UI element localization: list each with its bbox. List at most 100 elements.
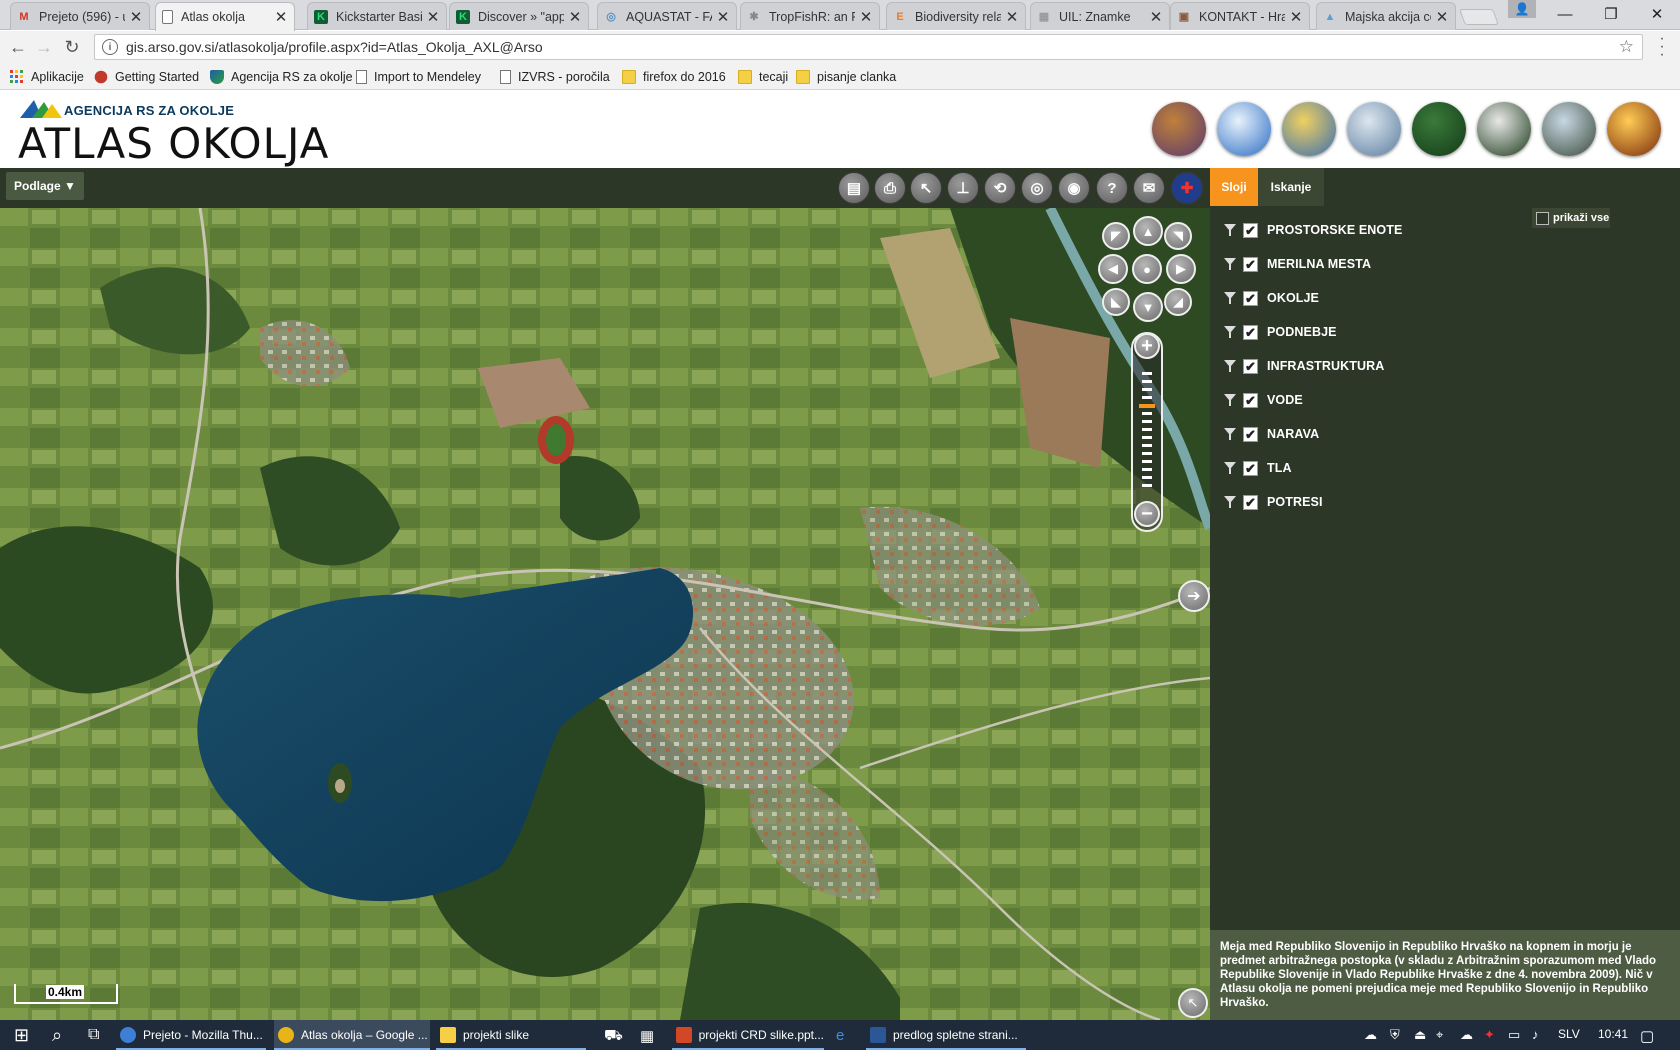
bookmark-3[interactable]: Agencija RS za okolje [210, 67, 353, 87]
help-tool-icon[interactable]: ? [1096, 172, 1128, 204]
layer-checkbox[interactable]: ✔ [1243, 392, 1258, 408]
layer-checkbox[interactable]: ✔ [1243, 460, 1258, 476]
pan-southwest-icon[interactable]: ◣ [1102, 288, 1130, 316]
zoom-level-tick[interactable] [1142, 388, 1152, 391]
address-bar[interactable]: i gis.arso.gov.si/atlasokolja/profile.as… [94, 34, 1643, 60]
filter-icon[interactable] [1224, 359, 1236, 373]
theme-frost-tree-button[interactable] [1347, 102, 1401, 156]
tab-10[interactable]: ▲ Majska akcija ce ✕ [1316, 2, 1456, 30]
layer-checkbox[interactable]: ✔ [1243, 290, 1258, 306]
layer-label[interactable]: MERILNA MESTA [1267, 257, 1371, 271]
forward-button[interactable]: → [32, 35, 56, 59]
theme-fire-button[interactable] [1607, 102, 1661, 156]
camera-tool-icon[interactable]: ◉ [1058, 172, 1090, 204]
zoom-slider[interactable]: + − [1131, 332, 1163, 532]
layer-checkbox[interactable]: ✔ [1243, 222, 1258, 238]
bookmark-1[interactable]: Aplikacije [10, 67, 84, 87]
theme-field-button[interactable] [1282, 102, 1336, 156]
expand-panel-icon[interactable]: ➔ [1178, 580, 1210, 612]
info-icon[interactable]: i [102, 39, 118, 55]
taskbar-app[interactable]: projekti slike [436, 1020, 586, 1050]
taskbar-app[interactable]: projekti CRD slike.ppt... [672, 1020, 824, 1050]
taskbar-app[interactable]: Atlas okolja – Google ... [274, 1020, 430, 1050]
tab-9[interactable]: ▣ KONTAKT - Hra ✕ [1170, 2, 1310, 30]
filter-icon[interactable] [1224, 495, 1236, 509]
pan-north-icon[interactable]: ▲ [1133, 216, 1163, 246]
layer-item[interactable]: ✔ TLA [1224, 458, 1292, 478]
pan-east-icon[interactable]: ▶ [1166, 254, 1196, 284]
back-button[interactable]: ← [6, 35, 30, 59]
layer-item[interactable]: ✔ NARAVA [1224, 424, 1319, 444]
tab-close-icon[interactable]: ✕ [859, 8, 873, 26]
volume-icon[interactable]: ♪ [1532, 1027, 1539, 1042]
pan-center-icon[interactable]: ● [1132, 254, 1162, 284]
layer-item[interactable]: ✔ VODE [1224, 390, 1303, 410]
pan-northeast-icon[interactable]: ◥ [1164, 222, 1192, 250]
filter-icon[interactable] [1224, 257, 1236, 271]
layer-checkbox[interactable]: ✔ [1243, 324, 1258, 340]
tab-3[interactable]: K Kickstarter Basic ✕ [307, 2, 447, 30]
zoom-level-tick[interactable] [1142, 396, 1152, 399]
layer-item[interactable]: ✔ INFRASTRUKTURA [1224, 356, 1384, 376]
zoom-level-tick[interactable] [1142, 460, 1152, 463]
tab-1[interactable]: M Prejeto (596) - u ✕ [10, 2, 150, 30]
filter-icon[interactable] [1224, 461, 1236, 475]
layer-checkbox[interactable]: ✔ [1243, 494, 1258, 510]
reload-button[interactable]: ↻ [60, 35, 84, 59]
taskbar-app[interactable]: Prejeto - Mozilla Thu... [116, 1020, 266, 1050]
profile-icon[interactable]: 👤 [1508, 0, 1536, 18]
theme-slovenia-map-button[interactable] [1152, 102, 1206, 156]
zoom-level-tick[interactable] [1139, 404, 1155, 408]
theme-dandelion-button[interactable] [1477, 102, 1531, 156]
layer-label[interactable]: NARAVA [1267, 427, 1319, 441]
cloud-icon[interactable]: ☁ [1364, 1027, 1377, 1043]
pan-west-icon[interactable]: ◀ [1098, 254, 1128, 284]
layer-checkbox[interactable]: ✔ [1243, 256, 1258, 272]
mail-tool-icon[interactable]: ✉ [1133, 172, 1165, 204]
bookmark-6[interactable]: firefox do 2016 [622, 67, 726, 87]
start-icon[interactable]: ⊞ [4, 1020, 39, 1050]
store-icon[interactable]: ⛟ [604, 1027, 623, 1046]
tab-sloji[interactable]: Sloji [1210, 168, 1258, 206]
restore-window-button[interactable]: ❐ [1588, 0, 1634, 28]
tab-close-icon[interactable]: ✕ [716, 8, 730, 26]
theme-lake-button[interactable] [1542, 102, 1596, 156]
overview-toggle-icon[interactable]: ↖ [1178, 988, 1208, 1018]
tab-2[interactable]: Atlas okolja ✕ [155, 2, 295, 31]
bookmark-2[interactable]: Getting Started [94, 67, 199, 87]
english-flag-icon[interactable]: ✚ [1171, 172, 1203, 204]
zoom-out-button[interactable]: − [1134, 501, 1160, 527]
layer-label[interactable]: TLA [1267, 461, 1292, 475]
show-all-toggle[interactable]: prikaži vse [1532, 208, 1610, 228]
zoom-level-tick[interactable] [1142, 444, 1152, 447]
bookmark-star-icon[interactable]: ☆ [1619, 37, 1634, 57]
overlay-tool-icon[interactable]: ◎ [1021, 172, 1053, 204]
tab-iskanje[interactable]: Iskanje [1258, 168, 1324, 206]
layer-item[interactable]: ✔ MERILNA MESTA [1224, 254, 1371, 274]
bookmark-8[interactable]: pisanje clanka [796, 67, 896, 87]
pan-southeast-icon[interactable]: ◢ [1164, 288, 1192, 316]
layer-label[interactable]: OKOLJE [1267, 291, 1319, 305]
network-icon[interactable]: ▭ [1508, 1027, 1520, 1043]
minimize-window-button[interactable]: — [1542, 0, 1588, 28]
pan-south-icon[interactable]: ▼ [1133, 292, 1163, 322]
edge-icon[interactable]: e [836, 1027, 844, 1044]
task-view-icon[interactable]: ⧉ [80, 1020, 107, 1050]
zoom-level-tick[interactable] [1142, 412, 1152, 415]
filter-icon[interactable] [1224, 223, 1236, 237]
bookmark-4[interactable]: Import to Mendeley [356, 67, 481, 87]
location-icon[interactable]: ⌖ [1436, 1027, 1443, 1043]
taskbar-app[interactable]: predlog spletne strani... [866, 1020, 1026, 1050]
zoom-in-button[interactable]: + [1134, 333, 1160, 359]
tab-close-icon[interactable]: ✕ [129, 8, 143, 26]
layer-label[interactable]: INFRASTRUKTURA [1267, 359, 1384, 373]
bookmark-7[interactable]: tecaji [738, 67, 788, 87]
layer-label[interactable]: PODNEBJE [1267, 325, 1337, 339]
basemap-dropdown[interactable]: Podlage ▼ [6, 172, 84, 200]
layer-checkbox[interactable]: ✔ [1243, 426, 1258, 442]
show-all-checkbox[interactable] [1536, 211, 1549, 225]
zoom-level-tick[interactable] [1142, 428, 1152, 431]
new-tab-button[interactable] [1459, 9, 1499, 25]
layer-label[interactable]: VODE [1267, 393, 1303, 407]
print-tool-icon[interactable]: ⎙ [874, 172, 906, 204]
